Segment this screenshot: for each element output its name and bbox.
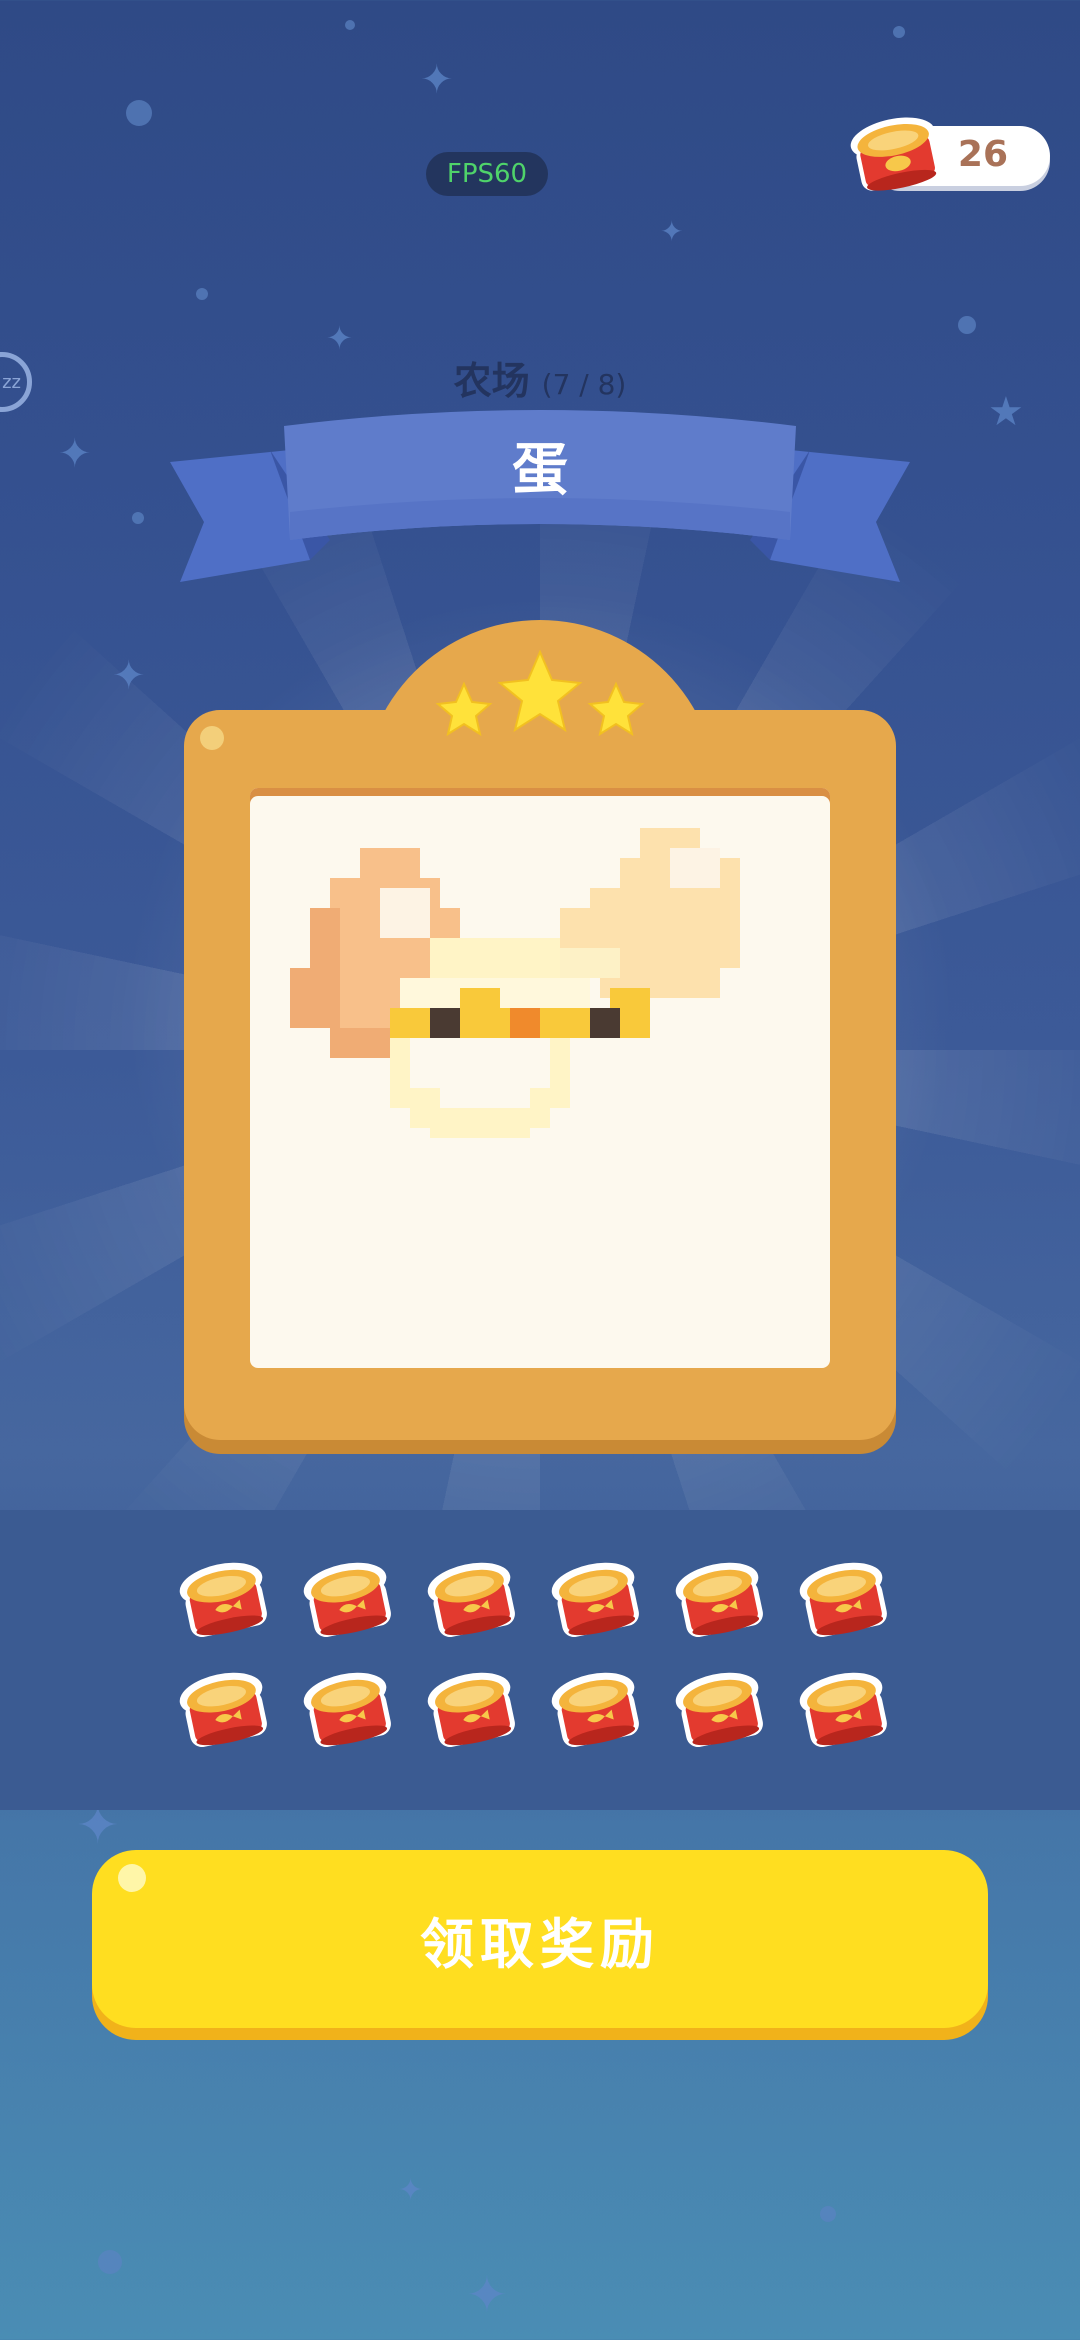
star-icon xyxy=(497,649,583,733)
level-category: 农场 (7 / 8) xyxy=(0,350,1080,405)
background-dot xyxy=(893,26,905,38)
fish-can-icon xyxy=(799,1562,887,1638)
star-rating xyxy=(435,649,645,737)
fish-can-icon xyxy=(303,1672,391,1748)
fish-can-icon xyxy=(675,1672,763,1748)
egg-pixel-art xyxy=(290,828,740,1138)
sparkle-icon: ✦ xyxy=(660,215,684,248)
background-dot xyxy=(126,100,152,126)
coin-count: 26 xyxy=(957,134,1008,175)
fish-can-icon xyxy=(551,1672,639,1748)
background-dot xyxy=(132,512,144,524)
fish-can-icon xyxy=(179,1672,267,1748)
fish-can-icon xyxy=(850,117,940,191)
fish-can-icon xyxy=(179,1562,267,1638)
category-label: 农场 xyxy=(453,359,530,403)
sparkle-icon: ✦ xyxy=(112,653,146,699)
fps-counter: FPS60 xyxy=(426,152,548,196)
star-icon xyxy=(587,681,645,737)
background-dot xyxy=(98,2250,122,2274)
fish-can-icon xyxy=(675,1562,763,1638)
reward-grid xyxy=(179,1562,887,1748)
button-shine xyxy=(118,1864,146,1892)
fish-can-icon xyxy=(427,1562,515,1638)
background-dot xyxy=(196,288,208,300)
sparkle-icon: ✦ xyxy=(398,2173,424,2208)
fish-can-icon xyxy=(551,1562,639,1638)
fish-can-icon xyxy=(303,1562,391,1638)
sparkle-icon: ✦ xyxy=(420,57,454,103)
background-dot xyxy=(345,20,355,30)
sparkle-icon: ✦ xyxy=(466,2266,508,2324)
fish-can-icon xyxy=(799,1672,887,1748)
level-title: 蛋 xyxy=(512,438,568,503)
claim-reward-button[interactable]: 领取奖励 xyxy=(92,1850,988,2028)
background-dot xyxy=(958,316,976,334)
fish-can-icon xyxy=(427,1672,515,1748)
background-dot xyxy=(820,2206,836,2222)
claim-reward-label: 领取奖励 xyxy=(420,1912,660,1976)
star-icon xyxy=(435,681,493,737)
cream-egg xyxy=(550,828,740,998)
frame-rivet xyxy=(200,726,224,750)
category-progress: (7 / 8) xyxy=(541,368,627,401)
